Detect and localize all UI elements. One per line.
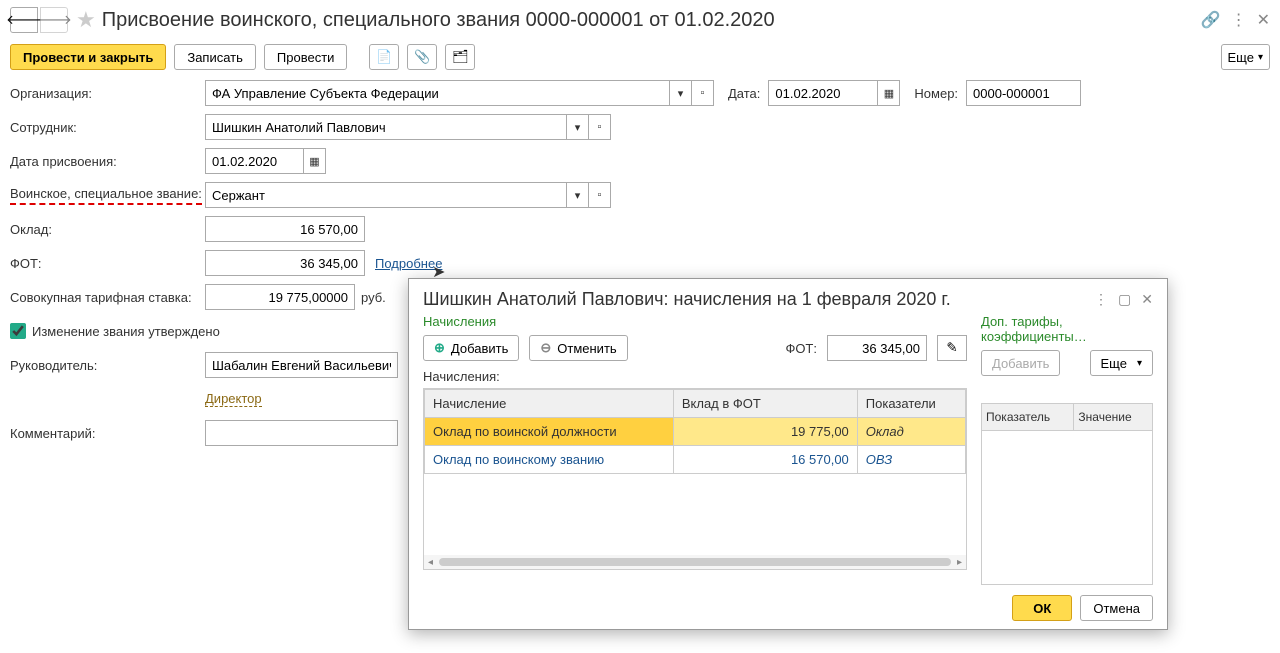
col-indicator: Показатель [982, 404, 1074, 431]
date-label: Дата: [728, 86, 760, 101]
comment-label: Комментарий: [10, 426, 205, 441]
table-scrollbar[interactable] [424, 555, 966, 569]
popup-fot-input[interactable] [827, 335, 927, 361]
post-button[interactable]: Провести [264, 44, 348, 70]
popup-cancel-button[interactable]: ⊖Отменить [529, 335, 627, 361]
popup-add2-button[interactable]: Добавить [981, 350, 1060, 376]
tariff-unit: руб. [361, 290, 386, 305]
plus-icon: ⊕ [434, 340, 445, 356]
manager-input[interactable] [205, 352, 398, 378]
org-dropdown-icon[interactable]: ▾ [670, 80, 692, 106]
more-icon[interactable]: ⋮ [1231, 10, 1247, 30]
employee-dropdown-icon[interactable]: ▾ [567, 114, 589, 140]
assign-date-label: Дата присвоения: [10, 154, 205, 169]
salary-label: Оклад: [10, 222, 205, 237]
popup-fot-label: ФОТ: [785, 341, 817, 356]
indicators-table[interactable]: Показатель Значение [981, 403, 1153, 585]
comment-input[interactable] [205, 420, 398, 446]
print-icon-button[interactable]: 🗂 [445, 44, 475, 70]
table-row[interactable]: Оклад по воинскому званию 16 570,00 ОВЗ [425, 446, 966, 474]
approved-checkbox[interactable] [10, 323, 26, 339]
report-icon-button[interactable]: 📄 [369, 44, 399, 70]
fot-input[interactable] [205, 250, 365, 276]
popup-maximize-icon[interactable]: ▢ [1118, 291, 1131, 308]
accruals-table[interactable]: Начисление Вклад в ФОТ Показатели Оклад … [423, 388, 967, 570]
col-indicators: Показатели [857, 390, 965, 418]
assign-date-input[interactable] [205, 148, 304, 174]
more-button[interactable]: Еще [1221, 44, 1270, 70]
rank-open-icon[interactable]: ▫ [589, 182, 611, 208]
table-row[interactable]: Оклад по воинской должности 19 775,00 Ок… [425, 418, 966, 446]
accruals-popup: Шишкин Анатолий Павлович: начисления на … [408, 278, 1168, 630]
back-button[interactable]: 🡐 [10, 7, 38, 33]
cancel-dialog-button[interactable]: Отмена [1080, 595, 1153, 621]
ok-button[interactable]: ОК [1012, 595, 1072, 621]
favorite-icon[interactable]: ★ [76, 7, 96, 33]
manager-label: Руководитель: [10, 358, 205, 373]
popup-more-icon[interactable]: ⋮ [1094, 291, 1108, 308]
minus-icon: ⊖ [540, 340, 551, 356]
org-open-icon[interactable]: ▫ [692, 80, 714, 106]
popup-title: Шишкин Анатолий Павлович: начисления на … [423, 289, 1084, 310]
employee-open-icon[interactable]: ▫ [589, 114, 611, 140]
popup-close-icon[interactable]: ✕ [1141, 291, 1153, 308]
tariff-label: Совокупная тарифная ставка: [10, 290, 205, 305]
date-calendar-icon[interactable]: ▦ [878, 80, 900, 106]
pencil-icon: ✎ [946, 340, 957, 356]
attach-icon-button[interactable]: 📎 [407, 44, 437, 70]
approved-label: Изменение звания утверждено [32, 324, 220, 339]
tariff-input[interactable] [205, 284, 355, 310]
window-title: Присвоение воинского, специального звани… [102, 9, 1191, 32]
col-accrual: Начисление [425, 390, 674, 418]
col-value: Значение [1074, 404, 1153, 431]
post-close-button[interactable]: Провести и закрыть [10, 44, 166, 70]
number-label: Номер: [914, 86, 958, 101]
edit-button[interactable]: ✎ [937, 335, 967, 361]
assign-date-calendar-icon[interactable]: ▦ [304, 148, 326, 174]
rank-dropdown-icon[interactable]: ▾ [567, 182, 589, 208]
manager-position-link[interactable]: Директор [205, 391, 262, 407]
forward-button[interactable]: 🡒 [40, 7, 68, 33]
popup-more-button[interactable]: Еще [1090, 350, 1153, 376]
col-fot: Вклад в ФОТ [673, 390, 857, 418]
date-input[interactable] [768, 80, 878, 106]
accruals-sub-label: Начисления: [423, 369, 967, 384]
link-icon[interactable]: 🔗 [1201, 10, 1221, 30]
employee-label: Сотрудник: [10, 120, 205, 135]
save-button[interactable]: Записать [174, 44, 256, 70]
details-link[interactable]: Подробнее [375, 256, 442, 271]
number-input[interactable] [966, 80, 1081, 106]
rank-input[interactable] [205, 182, 567, 208]
popup-add-button[interactable]: ⊕Добавить [423, 335, 519, 361]
fot-label: ФОТ: [10, 256, 205, 271]
extra-section-label[interactable]: Доп. тарифы, коэффициенты… [981, 314, 1153, 344]
close-icon[interactable]: ✕ [1257, 10, 1270, 30]
org-input[interactable] [205, 80, 670, 106]
rank-label: Воинское, специальное звание: [10, 186, 205, 205]
org-label: Организация: [10, 86, 205, 101]
employee-input[interactable] [205, 114, 567, 140]
salary-input[interactable] [205, 216, 365, 242]
accruals-section-label: Начисления [423, 314, 967, 329]
